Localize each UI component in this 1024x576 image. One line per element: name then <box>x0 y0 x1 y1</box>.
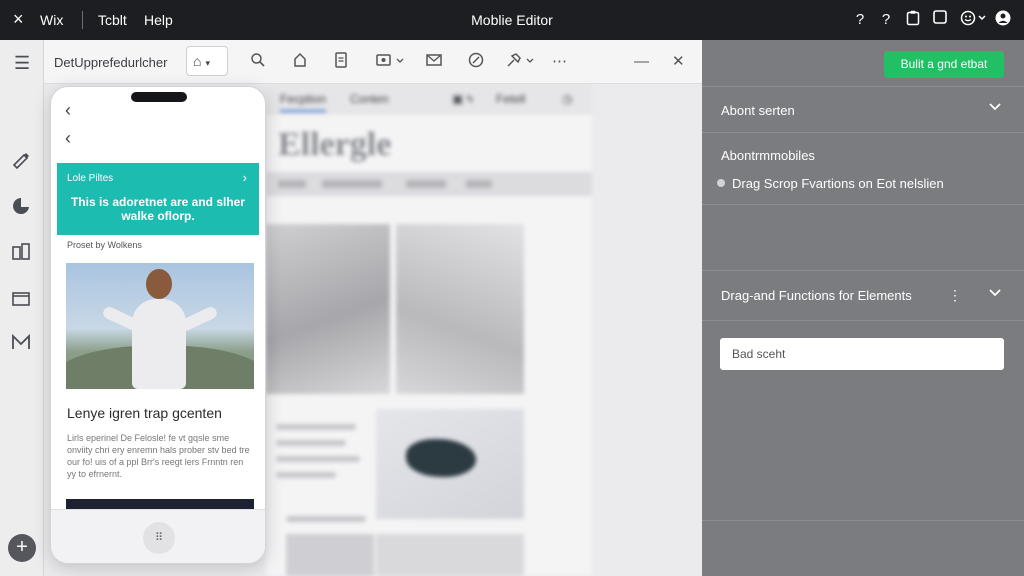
page-title: Ellergle <box>278 126 392 163</box>
help-icon[interactable]: ? <box>851 10 869 30</box>
text-line <box>286 516 366 522</box>
user-icon[interactable] <box>994 10 1012 30</box>
chevron-down-icon[interactable] <box>988 101 1002 115</box>
section-elements[interactable]: Drag-and Functions for Elements <box>721 288 912 303</box>
photo-figure <box>132 299 186 389</box>
tab-detail[interactable]: Fetell <box>496 92 525 106</box>
cta-button[interactable]: Bulit a gnd etbat <box>884 51 1004 78</box>
divider <box>702 204 1024 205</box>
product-object <box>406 439 476 477</box>
mail-icon[interactable] <box>426 52 442 72</box>
minimize-icon[interactable]: — <box>634 52 649 72</box>
section-drag-functions[interactable]: Drag Scrop Fvartions on Eot nelslien <box>732 176 944 191</box>
article-text: Lirls eperinel De Felosle! fe vt gqsle s… <box>67 433 250 479</box>
chevron-down-icon: ▾ <box>205 58 210 68</box>
hamburger-icon[interactable]: ☰ <box>14 53 30 74</box>
tab-content[interactable]: Conten <box>350 92 389 106</box>
divider <box>82 11 83 29</box>
banner-label: Lole Piltes <box>67 173 114 184</box>
gallery-image <box>286 534 374 576</box>
divider <box>702 86 1024 87</box>
clock-icon[interactable]: ◷ <box>562 92 572 106</box>
more-icon[interactable]: ⋯ <box>552 52 567 72</box>
text-line <box>276 424 356 430</box>
home-dropdown[interactable]: ⌂ ▾ <box>186 46 228 76</box>
info-icon[interactable]: ? <box>877 10 895 30</box>
chevron-down-icon[interactable] <box>988 287 1002 301</box>
text-line <box>276 440 346 446</box>
clipboard-icon[interactable] <box>904 10 922 30</box>
blog-icon[interactable] <box>10 332 32 354</box>
banner-message: This is adoretnet are and slher walke of… <box>70 195 246 223</box>
brand-logo[interactable]: Wix <box>40 12 63 28</box>
status-dot-icon <box>717 179 725 187</box>
apps-icon[interactable] <box>10 242 32 264</box>
desktop-page-preview: Fecption Conten ▣ ϟ Fetell ◷ Ellergle <box>266 84 592 576</box>
chevron-left-icon[interactable]: ‹ <box>65 129 71 147</box>
chevron-right-icon[interactable]: › <box>243 170 247 185</box>
nav-link <box>322 180 382 188</box>
phone-footer: ⠿ <box>51 509 265 563</box>
chevron-left-icon[interactable]: ‹ <box>65 101 71 119</box>
article-heading: Lenye igren trap gcenten <box>67 405 222 421</box>
editor-toolbar: ☰ DetUpprefedurlcher ⌂ ▾ ⋯ — ✕ <box>14 40 702 84</box>
posted-by: Proset by Wolkens <box>67 240 142 250</box>
square-icon[interactable] <box>931 10 949 30</box>
more-vertical-icon[interactable]: ⋮ <box>948 287 962 304</box>
article-photo[interactable] <box>66 263 254 389</box>
gallery-image <box>376 534 524 576</box>
page-icon[interactable] <box>292 52 308 72</box>
close-editor-icon[interactable]: ✕ <box>672 52 685 72</box>
doc-icon[interactable] <box>334 52 348 72</box>
folder-icon[interactable] <box>10 288 32 310</box>
photo-figure <box>146 269 172 299</box>
gallery-image <box>266 224 390 394</box>
divider <box>702 132 1024 133</box>
close-icon[interactable]: × <box>13 9 24 29</box>
search-icon[interactable] <box>250 52 266 72</box>
tab-settings-icon[interactable]: ▣ ϟ <box>452 92 473 106</box>
phone-notch <box>131 92 187 102</box>
pin-icon[interactable] <box>506 52 534 72</box>
document-name[interactable]: DetUpprefedurlcher <box>54 55 167 70</box>
theme-icon[interactable] <box>10 196 32 218</box>
page-tabs: Fecption Conten ▣ ϟ Fetell ◷ <box>266 84 592 114</box>
add-icon[interactable]: + <box>8 534 36 562</box>
nav-link <box>466 180 492 188</box>
section-mobiles[interactable]: Abontrmmobiles <box>721 148 815 163</box>
menu-item-tools[interactable]: Tcblt <box>98 12 127 28</box>
left-tool-rail: + <box>0 40 44 576</box>
text-line <box>276 456 360 462</box>
text-line <box>276 472 336 478</box>
menu-item-help[interactable]: Help <box>144 12 173 28</box>
right-panel: Bulit a gnd etbat Abont serten Abontrmmo… <box>702 40 1024 576</box>
home-icon: ⌂ <box>193 53 202 69</box>
drag-handle-icon[interactable]: ⠿ <box>143 522 175 554</box>
nav-link <box>406 180 446 188</box>
top-bar: × Wix Tcblt Help Moblie Editor ? ? <box>0 0 1024 40</box>
smiley-icon[interactable] <box>959 10 987 30</box>
mobile-preview[interactable]: ‹ ‹ Lole Piltes › This is adoretnet are … <box>50 86 266 564</box>
media-icon[interactable] <box>376 52 404 72</box>
divider <box>702 520 1024 521</box>
page-nav <box>266 172 592 196</box>
divider <box>702 270 1024 271</box>
compass-icon[interactable] <box>468 52 484 72</box>
tab-section[interactable]: Fecption <box>280 92 327 112</box>
section-about[interactable]: Abont serten <box>721 103 795 118</box>
gallery-image <box>396 224 524 394</box>
search-field[interactable] <box>720 338 1004 370</box>
brush-icon[interactable] <box>10 150 32 172</box>
promo-banner[interactable]: Lole Piltes › This is adoretnet are and … <box>57 163 259 235</box>
nav-link <box>278 180 306 188</box>
divider <box>702 320 1024 321</box>
